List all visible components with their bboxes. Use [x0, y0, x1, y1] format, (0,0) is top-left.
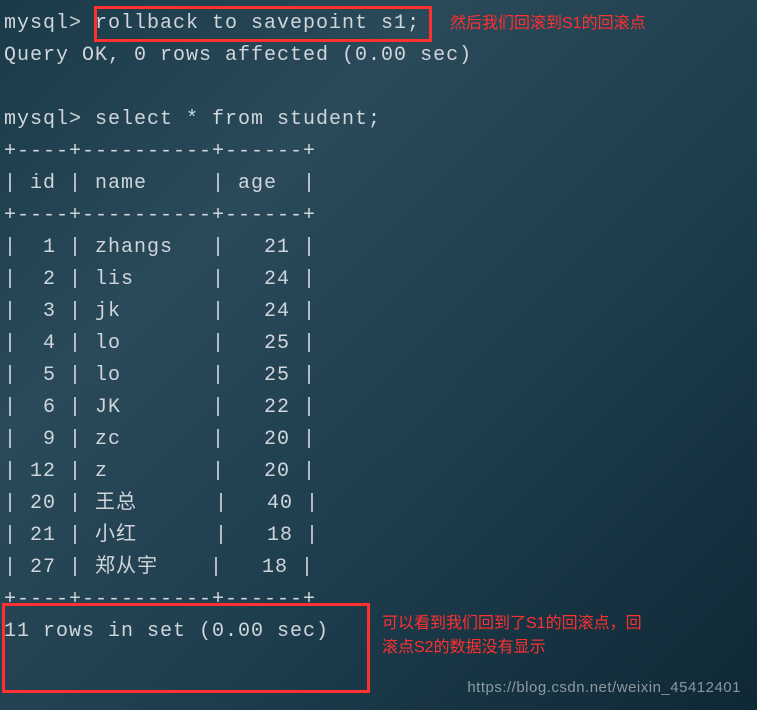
table-border-mid: +----+----------+------+ — [0, 200, 757, 232]
annotation-2: 可以看到我们回到了S1的回滚点，回 滚点S2的数据没有显示 — [382, 612, 752, 660]
table-row: | 2 | lis | 24 | — [0, 264, 757, 296]
terminal-line-2: mysql> select * from student; — [0, 104, 757, 136]
table-row: | 5 | lo | 25 | — [0, 360, 757, 392]
blank-line — [0, 72, 757, 104]
table-row: | 1 | zhangs | 21 | — [0, 232, 757, 264]
table-row: | 4 | lo | 25 | — [0, 328, 757, 360]
highlight-box-row-27 — [2, 603, 370, 693]
table-border-top: +----+----------+------+ — [0, 136, 757, 168]
table-header: | id | name | age | — [0, 168, 757, 200]
table-row: | 3 | jk | 24 | — [0, 296, 757, 328]
annotation-1: 然后我们回滚到S1的回滚点 — [450, 12, 646, 36]
annotation-2-line1: 可以看到我们回到了S1的回滚点，回 — [382, 615, 642, 632]
prompt: mysql> — [4, 12, 95, 35]
table-row: | 12 | z | 20 | — [0, 456, 757, 488]
table-row: | 21 | 小红 | 18 | — [0, 520, 757, 552]
terminal-result-1: Query OK, 0 rows affected (0.00 sec) — [0, 40, 757, 72]
highlight-box-command — [94, 6, 432, 42]
command-select: select * from student; — [95, 108, 381, 131]
watermark: https://blog.csdn.net/weixin_45412401 — [467, 679, 741, 696]
table-row: | 27 | 郑从宇 | 18 | — [0, 552, 757, 584]
annotation-2-line2: 滚点S2的数据没有显示 — [382, 639, 546, 656]
table-row: | 9 | zc | 20 | — [0, 424, 757, 456]
table-row: | 20 | 王总 | 40 | — [0, 488, 757, 520]
prompt: mysql> — [4, 108, 95, 131]
table-row: | 6 | JK | 22 | — [0, 392, 757, 424]
